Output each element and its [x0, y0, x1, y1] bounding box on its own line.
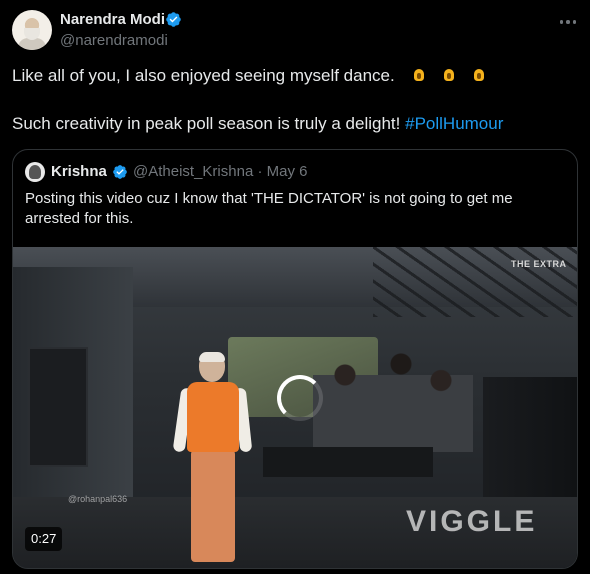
video-duration-badge: 0:27	[25, 527, 63, 551]
video-player[interactable]: THE EXTRA @rohanpal636 VIGGLE 0:27	[13, 247, 577, 568]
clapping-hands-icon	[411, 67, 427, 83]
author-avatar[interactable]	[12, 10, 52, 50]
video-stage-truss	[373, 247, 577, 317]
figure-legs	[191, 450, 235, 562]
verified-badge-icon	[113, 165, 127, 179]
meta-separator: ·	[257, 163, 263, 180]
quoted-date[interactable]: May 6	[267, 163, 308, 180]
video-watermark-handle: @rohanpal636	[68, 494, 128, 504]
video-watermark-brand: VIGGLE	[406, 505, 538, 538]
quoted-meta: @Atheist_Krishna · May 6	[133, 163, 308, 181]
video-dancing-figure	[172, 352, 253, 562]
quoted-author-name[interactable]: Krishna	[51, 163, 107, 181]
more-options-icon[interactable]	[556, 12, 580, 32]
more-dot	[559, 20, 564, 24]
video-table	[263, 447, 433, 477]
video-crowd	[313, 342, 473, 452]
figure-hair	[199, 352, 225, 362]
author-handle[interactable]: @narendramodi	[60, 31, 168, 50]
more-dot	[566, 20, 570, 24]
quoted-author-avatar[interactable]	[25, 162, 45, 182]
tweet-text: Such creativity in peak poll season is t…	[12, 114, 401, 133]
quoted-text: Posting this video cuz I know that 'THE …	[25, 190, 513, 227]
tweet-text-line-2: Such creativity in peak poll season is t…	[12, 113, 503, 135]
clapping-hands-icon	[471, 67, 487, 83]
figure-vest	[187, 382, 239, 452]
quoted-tweet[interactable]: Krishna @Atheist_Krishna · May 6 Posting…	[12, 149, 578, 569]
tweet-text: Like all of you, I also enjoyed seeing m…	[12, 66, 395, 85]
hashtag-link[interactable]: #PollHumour	[405, 114, 503, 133]
verified-badge-icon[interactable]	[165, 11, 182, 28]
video-speaker-stack	[28, 347, 88, 467]
video-watermark-top: THE EXTRA	[511, 259, 567, 269]
clapping-hands-icon	[441, 67, 457, 83]
tweet-text-line-1: Like all of you, I also enjoyed seeing m…	[12, 65, 487, 87]
more-dot	[572, 20, 577, 24]
emoji-group	[411, 67, 487, 83]
quoted-author-handle[interactable]: @Atheist_Krishna	[133, 163, 253, 180]
loading-spinner-icon	[277, 375, 323, 421]
author-name[interactable]: Narendra Modi	[60, 10, 165, 29]
tweet: Narendra Modi @narendramodi Like all of …	[0, 0, 590, 574]
